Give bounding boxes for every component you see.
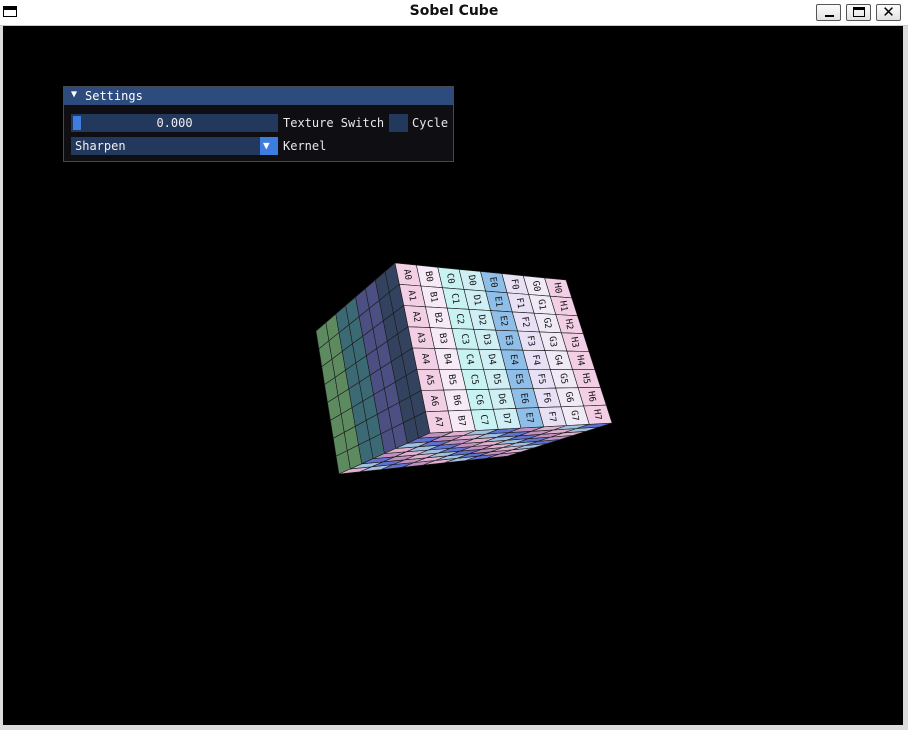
cube-cell-label: A7 xyxy=(432,416,443,428)
cycle-checkbox[interactable] xyxy=(389,114,408,132)
window-title: Sobel Cube xyxy=(409,3,499,19)
cube-cell-label: D0 xyxy=(466,274,477,286)
cube-cell-label: E0 xyxy=(487,276,498,288)
cube-cell-label: E3 xyxy=(503,334,514,346)
cube-cell-label: F6 xyxy=(540,392,551,404)
cube-cell-label: D5 xyxy=(491,373,502,385)
settings-panel-title: Settings xyxy=(85,89,143,103)
cube-cell-label: C0 xyxy=(444,272,455,284)
cube-cell-label: A0 xyxy=(401,269,412,281)
minimize-icon xyxy=(825,15,834,17)
cube-cell-label: D1 xyxy=(471,294,482,306)
kernel-combo-value: Sharpen xyxy=(75,139,126,153)
cube-cell-label: C4 xyxy=(463,353,474,365)
cube-cell-label: H7 xyxy=(591,409,602,421)
cube-cell-label: G4 xyxy=(552,354,563,366)
chevron-down-icon: ▼ xyxy=(263,139,270,152)
cube-cell-label: H2 xyxy=(563,318,574,330)
close-button[interactable]: ✕ xyxy=(876,3,901,21)
cube-cell-label: B1 xyxy=(427,291,438,303)
cube-cell-label: B0 xyxy=(423,271,434,283)
cube-cell-label: G5 xyxy=(557,373,568,385)
cube-cell-label: F2 xyxy=(519,316,530,328)
cube-cell-label: C2 xyxy=(454,313,465,325)
cube-cell-label: G6 xyxy=(563,391,574,403)
cube-cell-label: H6 xyxy=(585,391,596,403)
cube-cell-label: E2 xyxy=(497,315,508,327)
maximize-icon xyxy=(853,7,865,17)
slider-value: 0.000 xyxy=(156,116,193,130)
cube-cell-label: G2 xyxy=(541,317,552,329)
window-titlebar: Sobel Cube ✕ xyxy=(0,0,908,26)
cube-cell-label: E6 xyxy=(518,392,529,404)
close-icon: ✕ xyxy=(882,3,895,21)
cube-cell-label: F0 xyxy=(509,278,520,290)
cube-cell-label: E5 xyxy=(513,373,524,385)
cube-cell-label: F3 xyxy=(525,335,536,347)
minimize-button[interactable] xyxy=(816,4,841,21)
cube-cell-label: D3 xyxy=(481,334,492,346)
cube-cell-label: H5 xyxy=(580,372,591,384)
cube-cell-label: A5 xyxy=(424,374,435,386)
texture-switch-label: Texture Switch xyxy=(283,116,385,130)
cube-cell-label: C7 xyxy=(478,414,489,426)
cube-cell-label: C6 xyxy=(473,394,484,406)
cube-cell-label: E7 xyxy=(523,412,534,424)
cube-cell-label: H1 xyxy=(557,300,568,312)
cube-cell-label: A2 xyxy=(410,311,421,323)
kernel-combo[interactable]: Sharpen ▼ xyxy=(71,137,278,155)
cube-cell-label: D6 xyxy=(496,393,507,405)
cube-cell-label: F5 xyxy=(535,373,546,385)
cube-cell-label: C5 xyxy=(468,373,479,385)
cube-cell-label: A1 xyxy=(406,290,417,302)
cube-cell-label: A3 xyxy=(415,332,426,344)
cube-cell-label: F4 xyxy=(530,354,541,366)
cube-cell-label: H4 xyxy=(574,354,585,366)
cycle-label: Cycle xyxy=(412,116,449,130)
cube-cell-label: B6 xyxy=(451,394,462,406)
cube-cell-label: H3 xyxy=(568,336,579,348)
cube-cell-label: H0 xyxy=(551,282,562,294)
collapse-arrow-icon[interactable]: ▼ xyxy=(71,89,77,100)
cube-cell-label: G0 xyxy=(530,280,541,292)
cube-cell-label: E1 xyxy=(492,296,503,308)
cube-cell-label: A6 xyxy=(428,395,439,407)
maximize-button[interactable] xyxy=(846,4,871,21)
cube-cell-label: C3 xyxy=(459,333,470,345)
render-viewport[interactable]: A0 A1 A2 A3 A4 A5 A6 A7 B0 B1 B2 B3 B4 B5 B6 B7 C0 C1 C2 C3… xyxy=(3,26,903,725)
texture-switch-slider[interactable]: 0.000 xyxy=(71,114,278,132)
cube-cell-label: B4 xyxy=(441,353,452,365)
cube-cell-label: D4 xyxy=(486,353,497,365)
cube-cell-label: B7 xyxy=(455,415,466,427)
cube-cell-label: B5 xyxy=(446,374,457,386)
cube-cell-label: B2 xyxy=(432,312,443,324)
cube-cell-label: B3 xyxy=(437,332,448,344)
cube-cell-label: A4 xyxy=(419,353,430,365)
cube-cell-label: F7 xyxy=(546,411,557,423)
cube-cell-label: D2 xyxy=(476,314,487,326)
cube-cell-label: G3 xyxy=(547,336,558,348)
kernel-combo-button[interactable]: ▼ xyxy=(260,137,278,155)
cube-cell-label: D7 xyxy=(500,413,511,425)
cube-cell-label: F1 xyxy=(514,297,525,309)
kernel-label: Kernel xyxy=(283,139,327,153)
window-bottom-border xyxy=(0,725,908,730)
settings-panel-header[interactable]: ▼ Settings xyxy=(64,87,453,105)
cube-cell-label: E4 xyxy=(508,354,519,366)
cube-cell-label: G1 xyxy=(536,299,547,311)
cube-cell-label: C1 xyxy=(449,293,460,305)
cube-cell-label: G7 xyxy=(568,410,579,422)
settings-panel[interactable]: ▼ Settings 0.000 Texture Switch Cycle Sh… xyxy=(63,86,454,162)
